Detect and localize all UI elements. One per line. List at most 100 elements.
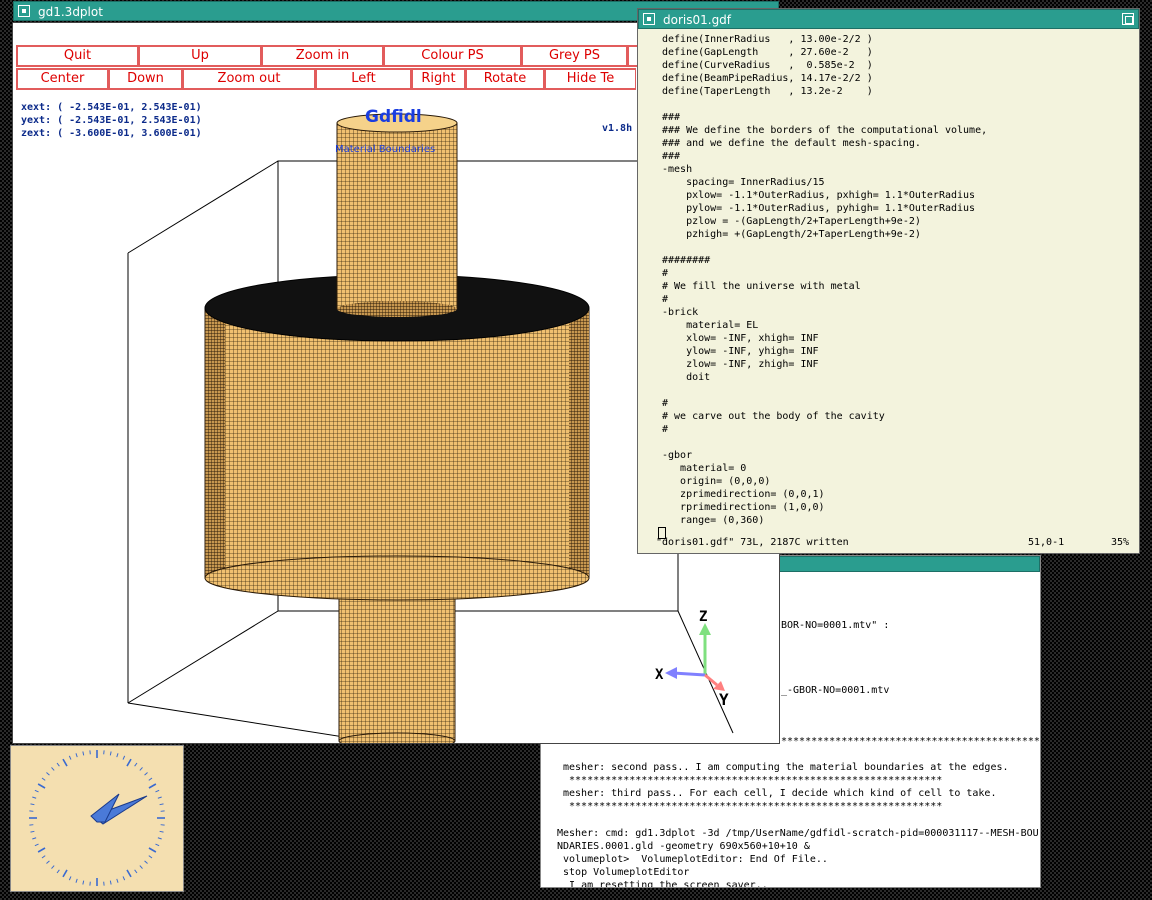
terminal-line-text: mesher: third pass.. For each cell, I de… — [563, 788, 997, 799]
clock-tick — [56, 762, 60, 767]
rotate-button[interactable]: Rotate — [465, 68, 544, 90]
terminal-line: ****************************************… — [563, 800, 942, 813]
clock-tick — [37, 847, 46, 853]
clock-tick — [46, 860, 50, 864]
editor-line: pzlow = -(GapLength/2+TaperLength+9e-2) — [662, 216, 921, 227]
terminal-line: _-GBOR-NO=0001.mtv — [781, 684, 889, 697]
clock-tick — [51, 865, 55, 869]
clock-tick — [116, 878, 119, 883]
clock-tick — [30, 830, 35, 833]
terminal-line: NDARIES.0001.gld -geometry 690x560+10+10… — [557, 840, 810, 853]
clock-tick — [82, 880, 85, 885]
editor-line: define(TaperLength , 13.2e-2 ) — [662, 86, 873, 97]
editor-window[interactable]: doris01.gdf define(InnerRadius , 13.00e-… — [637, 8, 1140, 554]
clock-tick — [75, 753, 78, 758]
terminal-line: I am resetting the screen saver.. — [557, 879, 768, 887]
zoom-out-button[interactable]: Zoom out — [182, 68, 315, 90]
clock-widget — [10, 745, 184, 892]
clock-tick — [75, 878, 78, 883]
clock-tick — [34, 843, 39, 847]
editor-line: pylow= -1.1*OuterRadius, pyhigh= 1.1*Out… — [662, 203, 976, 214]
clock-tick — [30, 803, 35, 806]
grey-ps-button[interactable]: Grey PS — [521, 45, 627, 67]
terminal-line-text: stop VolumeplotEditor — [557, 867, 690, 878]
editor-line: zprimedirection= (0,0,1) — [662, 489, 825, 500]
plot-title: Gdfidl — [365, 107, 422, 127]
clock-tick — [144, 772, 148, 776]
plot-subtitle: Material Boundaries — [335, 144, 436, 155]
zoom-in-button[interactable]: Zoom in — [261, 45, 383, 67]
window-menu-icon[interactable] — [643, 13, 655, 25]
editor-line: ### and we define the default mesh-spaci… — [662, 138, 921, 149]
editor-line: material= 0 — [662, 463, 747, 474]
clock-tick — [139, 865, 143, 869]
terminal-line-text: _-GBOR-NO=0001.mtv — [781, 685, 890, 696]
down-button[interactable]: Down — [108, 68, 182, 90]
editor-line: # — [662, 268, 669, 279]
axis-triad: Z X Y — [655, 609, 729, 709]
clock-tick — [122, 755, 126, 760]
editor-line: ### We define the borders of the computa… — [662, 125, 988, 136]
editor-line: rprimedirection= (1,0,0) — [662, 502, 825, 513]
up-button[interactable]: Up — [138, 45, 261, 67]
clock-tick — [139, 767, 143, 771]
terminal-line-text: mesher: second pass.. I am computing the… — [563, 762, 1009, 773]
quit-button[interactable]: Quit — [16, 45, 138, 67]
cavity-body — [204, 274, 590, 601]
editor-line: pxlow= -1.1*OuterRadius, pxhigh= 1.1*Out… — [662, 190, 976, 201]
clock-tick — [109, 751, 112, 756]
editor-text-area[interactable]: define(InnerRadius , 13.00e-2/2 ) define(… — [638, 29, 1139, 553]
clock-tick — [56, 869, 60, 874]
plot-window-title: gd1.3dplot — [38, 5, 103, 19]
terminal-line: mesher: second pass.. I am computing the… — [563, 761, 1009, 774]
clock-tick — [155, 843, 160, 847]
clock-tick — [155, 789, 160, 793]
right-button[interactable]: Right — [411, 68, 465, 90]
terminal-line: BOR-NO=0001.mtv" : — [781, 619, 889, 632]
editor-line: # — [662, 294, 669, 305]
terminal-line: Mesher: cmd: gd1.3dplot -3d /tmp/UserNam… — [557, 827, 1039, 840]
editor-scroll-percent: 35% — [1110, 537, 1129, 548]
left-button[interactable]: Left — [315, 68, 411, 90]
editor-line: define(GapLength , 27.60e-2 ) — [662, 47, 873, 58]
editor-line: # — [662, 398, 669, 409]
clock-tick — [41, 855, 46, 859]
editor-line: # We fill the universe with metal — [662, 281, 861, 292]
editor-line: define(BeamPipeRadius, 14.17e-2/2 ) — [662, 73, 873, 84]
terminal-line-text: ****************************************… — [563, 775, 943, 786]
hide-te-button[interactable]: Hide Te — [544, 68, 636, 90]
terminal-line-text: volumeplot> VolumeplotEditor: End Of Fil… — [557, 854, 828, 865]
colour-ps-button[interactable]: Colour PS — [383, 45, 521, 67]
editor-line: define(InnerRadius , 13.00e-2/2 ) — [662, 34, 873, 45]
y-axis-label: Y — [719, 690, 729, 709]
window-menu-icon[interactable] — [18, 5, 30, 17]
terminal-line-text: ****************************************… — [781, 736, 1040, 747]
terminal-line-text: NDARIES.0001.gld -geometry 690x560+10+10… — [557, 841, 810, 852]
editor-status-line: "doris01.gdf" 73L, 2187C written 51,0-1 … — [656, 536, 1133, 549]
editor-line: -brick — [662, 307, 699, 318]
terminal-line-text: BOR-NO=0001.mtv" : — [781, 620, 890, 631]
editor-line: spacing= InnerRadius/15 — [662, 177, 825, 188]
clock-tick — [126, 758, 132, 767]
terminal-line-text: ****************************************… — [563, 801, 943, 812]
clock-tick — [148, 783, 157, 789]
clock-tick — [159, 830, 164, 833]
clock-tick — [159, 803, 164, 806]
editor-line: ######## — [662, 255, 711, 266]
terminal-line-text: Mesher: cmd: gd1.3dplot -3d /tmp/UserNam… — [557, 828, 1039, 839]
clock-tick — [46, 772, 50, 776]
clock-tick — [134, 869, 138, 874]
terminal-line-text: I am resetting the screen saver.. — [557, 880, 768, 887]
editor-line: origin= (0,0,0) — [662, 476, 771, 487]
clock-tick — [68, 876, 72, 881]
clock-tick — [32, 796, 37, 799]
maximize-icon[interactable] — [1122, 13, 1134, 25]
clock-tick — [126, 869, 132, 878]
editor-title-bar[interactable]: doris01.gdf — [638, 9, 1139, 29]
clock-tick — [51, 767, 55, 771]
clock-tick — [109, 880, 112, 885]
center-button[interactable]: Center — [16, 68, 108, 90]
clock-tick — [148, 855, 153, 859]
clock-tick — [32, 837, 37, 840]
clock-tick — [37, 783, 46, 789]
